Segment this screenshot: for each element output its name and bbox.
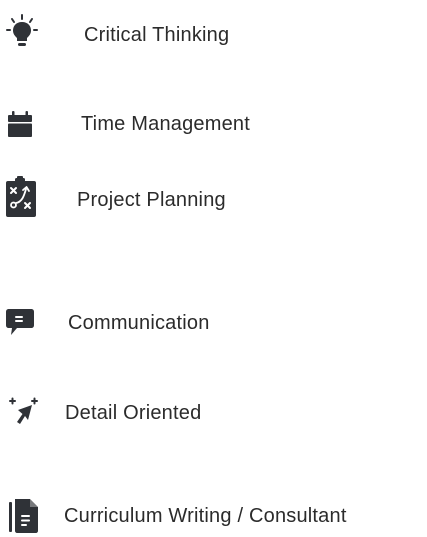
cursor-arrow-icon: [8, 395, 48, 431]
clipboard-strategy-icon: [5, 176, 39, 224]
calendar-icon: [7, 108, 33, 140]
skill-label: Time Management: [81, 112, 250, 135]
chat-bubble-icon: [5, 303, 35, 343]
skill-item-project-planning: Project Planning: [0, 176, 226, 224]
skill-label: Project Planning: [77, 188, 226, 211]
skill-label: Curriculum Writing / Consultant: [64, 504, 347, 527]
skill-item-detail-oriented: Detail Oriented: [0, 395, 201, 431]
skill-item-critical-thinking: Critical Thinking: [0, 13, 229, 57]
skill-label: Detail Oriented: [65, 401, 202, 424]
skill-label: Communication: [68, 311, 210, 334]
skill-item-curriculum-writing: Curriculum Writing / Consultant: [0, 497, 347, 535]
skill-item-time-management: Time Management: [0, 108, 250, 140]
skill-label: Critical Thinking: [84, 23, 230, 46]
document-icon: [9, 497, 41, 535]
lightbulb-icon: [4, 13, 48, 57]
skill-item-communication: Communication: [0, 303, 210, 343]
